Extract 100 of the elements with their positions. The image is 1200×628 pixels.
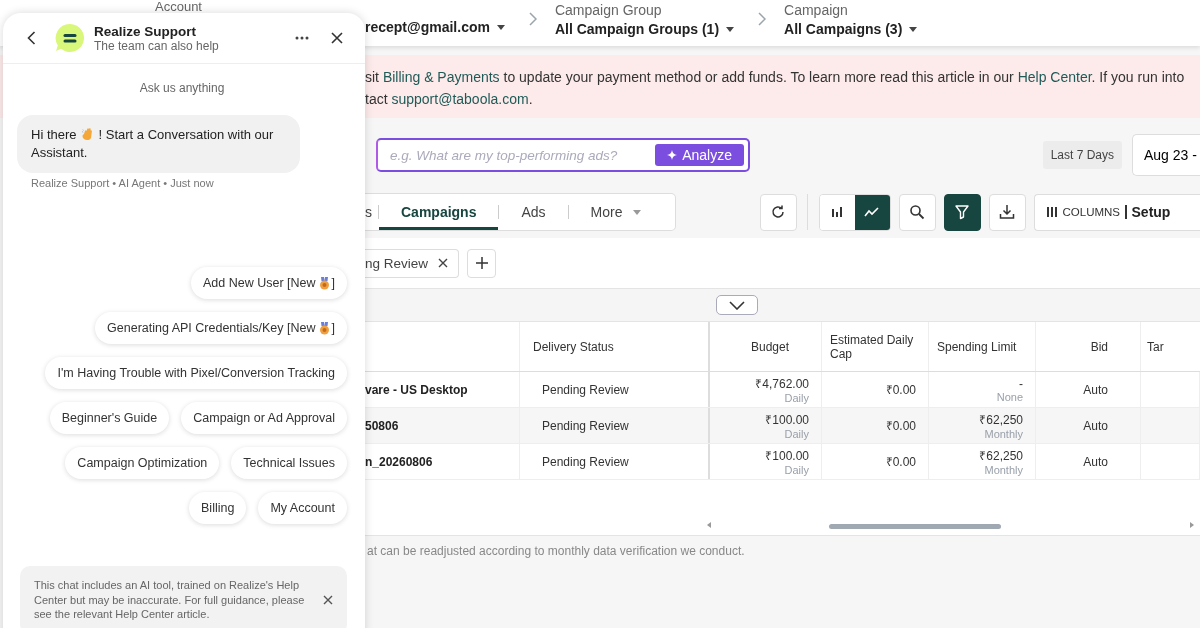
suggestion-button[interactable]: Add New User [New ] (190, 267, 347, 299)
alert-link[interactable]: Billing & Payments (382, 69, 500, 85)
scroll-right-icon[interactable] (1190, 522, 1194, 528)
tab[interactable]: More (568, 194, 663, 230)
breadcrumb-dropdown[interactable]: All Campaigns (3) (784, 18, 918, 40)
caret-icon (496, 25, 505, 30)
alert-text: . (528, 91, 533, 107)
suggestion-button[interactable]: Beginner's Guide (49, 402, 170, 434)
column-header: Estimated Daily Cap (830, 332, 915, 361)
filter-icon[interactable] (943, 193, 981, 231)
chevron-icon (528, 12, 537, 26)
table-cell-text: ₹0.00 (885, 454, 916, 470)
suggestion-button[interactable]: Technical Issues (231, 447, 347, 479)
columns-icon (1045, 206, 1058, 218)
more-icon[interactable] (295, 36, 309, 40)
column-header: Bid (1090, 339, 1108, 354)
cell-note: None (996, 390, 1023, 403)
suggestion-button[interactable]: Generating API Credentials/Key [New ] (95, 312, 347, 344)
sparkle-icon (667, 150, 678, 160)
chat-subtitle: The team can also help (94, 38, 220, 53)
chat-intro: Ask us anything (138, 81, 226, 95)
message-text: Assistant. (31, 144, 88, 162)
message-text: ! Start a Conversation with our (98, 126, 274, 144)
chevron-icon (758, 12, 767, 26)
table-cell-text: Pending Review (542, 454, 630, 469)
date-preset-button[interactable]: Last 7 Days (1042, 141, 1122, 169)
scroll-left-icon[interactable] (707, 522, 711, 528)
tab[interactable]: Ads (499, 194, 568, 230)
table-cell-text: Pending Review (542, 382, 630, 397)
cell-note: Monthly (984, 464, 1023, 476)
alert-text: to update your payment method or add funds. To learn more read this article in our (502, 69, 1015, 85)
column-header: Delivery Status (533, 339, 614, 354)
analyze-button[interactable]: Analyze (655, 144, 744, 166)
suggestion-button[interactable]: Billing (189, 492, 247, 524)
plus-icon (475, 257, 488, 269)
disclaimer-text: This chat includes an AI tool, trained on Realize's Help Center but may be inaccurate. For full guidance, please see the relevant Help Center article. (34, 578, 306, 622)
table-cell-text: ₹62,250 (979, 412, 1023, 428)
filter-chip[interactable]: ng Review (365, 248, 460, 278)
download-icon[interactable] (988, 193, 1026, 231)
footnote-text: at can be readjusted according to monthly data verification we conduct. (367, 544, 745, 558)
message-meta: Realize Support • AI Agent • Just now (31, 177, 215, 189)
table-cell-text: vare - US Desktop (365, 382, 469, 397)
tab[interactable]: s (365, 194, 378, 230)
cell-note: Monthly (984, 428, 1023, 440)
alert-text: tact (365, 91, 389, 107)
table-cell-text: ₹62,250 (979, 448, 1023, 464)
breadcrumb-label: Campaign (784, 2, 849, 18)
table-cell-text: ₹100.00 (765, 448, 809, 464)
cell-note: Daily (784, 464, 809, 476)
alert-text: sit (365, 69, 380, 85)
message-text: Hi there (31, 126, 77, 144)
table-cell-text: ₹0.00 (885, 418, 916, 434)
collapse-button[interactable] (716, 295, 758, 315)
table-cell-text: n_20260806 (365, 454, 434, 469)
account-dropdown[interactable]: recept@gmail.com (365, 16, 505, 38)
search-icon[interactable] (898, 193, 936, 231)
back-icon[interactable] (27, 31, 36, 45)
table-cell: - (1019, 376, 1023, 391)
table-cell-text: ₹4,762.00 (755, 376, 809, 392)
table-cell: Auto (1083, 382, 1108, 397)
medal-icon (318, 276, 330, 290)
chat-title: Realize Support (94, 23, 197, 39)
alert-text: . If you run into (1091, 69, 1185, 85)
cell-note: Daily (784, 392, 809, 404)
scrollbar-thumb[interactable] (829, 524, 1001, 529)
close-icon[interactable] (323, 594, 333, 605)
table-cell: Auto (1083, 454, 1108, 469)
breadcrumb-label: Account (155, 0, 203, 13)
refresh-icon[interactable] (759, 193, 797, 231)
column-header: Spending Limit (937, 339, 1018, 354)
table-cell-text: Pending Review (542, 418, 630, 433)
breadcrumb-dropdown[interactable]: All Campaign Groups (1) (554, 18, 735, 40)
table-cell-text: ₹100.00 (765, 412, 809, 428)
chevron-down-icon (729, 300, 745, 310)
table-cell: Auto (1083, 418, 1108, 433)
analyze-field[interactable]: e.g. What are my top-performing ads? Analyze (376, 138, 750, 172)
column-header: Budget (750, 339, 789, 354)
breadcrumb-label: Campaign Group (554, 2, 663, 18)
caret-icon (726, 27, 735, 32)
add-filter-button[interactable] (467, 248, 497, 278)
tab[interactable]: Campaigns (379, 194, 499, 230)
medal-icon (318, 321, 330, 335)
suggestion-button[interactable]: Campaign or Ad Approval (181, 402, 347, 434)
caret-icon (632, 210, 641, 215)
cell-note: Daily (784, 428, 809, 440)
columns-dropdown[interactable]: COLUMNS Setup (1033, 193, 1200, 231)
column-header: Tar (1147, 339, 1165, 354)
close-icon[interactable] (331, 32, 343, 44)
alert-link[interactable]: Help Center (1017, 69, 1092, 85)
table-cell-text: ₹0.00 (885, 382, 916, 398)
suggestion-button[interactable]: My Account (258, 492, 347, 524)
line-chart-icon[interactable] (854, 194, 890, 230)
date-range-button[interactable]: Aug 23 - (1132, 134, 1200, 176)
suggestion-button[interactable]: Campaign Optimization (65, 447, 220, 479)
waving-hand-icon (80, 128, 95, 142)
suggestion-button[interactable]: I'm Having Trouble with Pixel/Conversion Tracking (45, 357, 347, 389)
caret-icon (909, 27, 918, 32)
close-icon[interactable] (438, 258, 449, 268)
alert-link[interactable]: support@taboola.com (391, 91, 529, 107)
table-cell-text: 50806 (365, 418, 400, 433)
